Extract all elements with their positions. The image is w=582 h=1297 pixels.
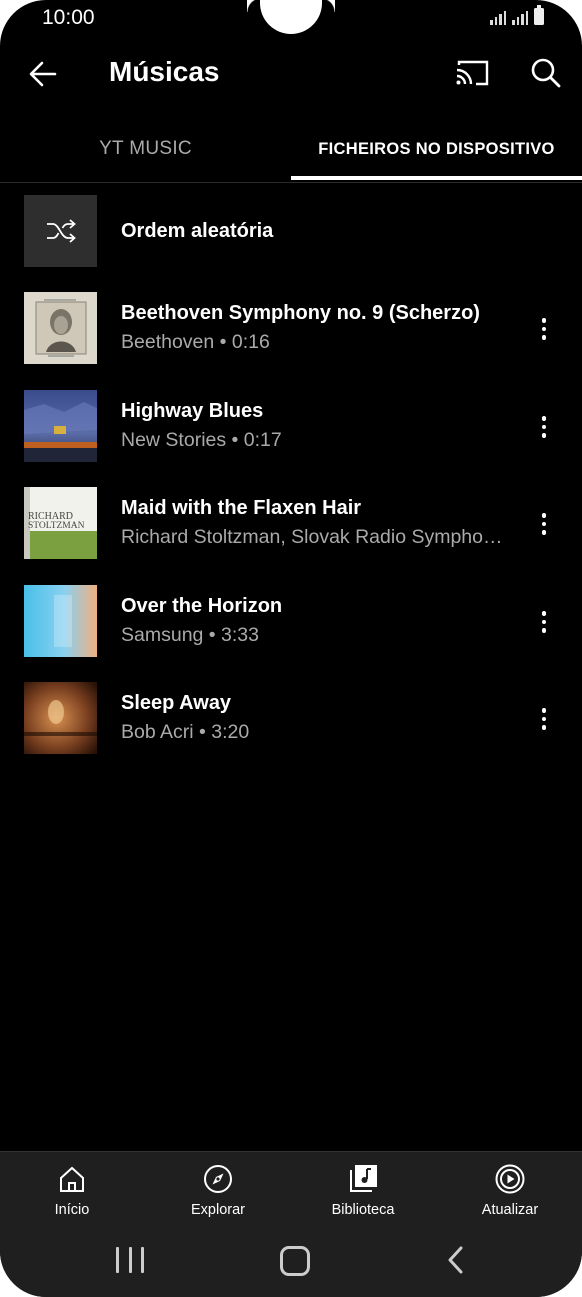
song-subtitle: Bob Acri • 3:20 [121, 721, 250, 743]
search-icon[interactable] [526, 54, 566, 94]
nav-item-home[interactable]: Início [12, 1152, 132, 1230]
tab-device-files[interactable]: FICHEIROS NO DISPOSITIVO [291, 118, 582, 180]
song-subtitle: Richard Stoltzman, Slovak Radio Symphony… [121, 526, 506, 548]
status-time: 10:00 [42, 6, 95, 29]
list-item[interactable]: Over the Horizon Samsung • 3:33 [0, 585, 582, 659]
more-options-icon[interactable] [530, 605, 558, 639]
nav-item-upgrade[interactable]: Atualizar [450, 1152, 570, 1230]
song-subtitle: New Stories • 0:17 [121, 429, 282, 451]
more-options-icon[interactable] [530, 702, 558, 736]
tab-bar: YT MUSIC FICHEIROS NO DISPOSITIVO [0, 118, 582, 183]
bottom-navigation: Início Explorar Biblioteca Atualizar [0, 1151, 582, 1230]
tab-yt-music[interactable]: YT MUSIC [0, 118, 291, 180]
phone-screen: 10:00 Músicas YT MUSIC FICHEIROS NO DISP… [0, 0, 582, 1297]
album-art [24, 390, 97, 462]
album-art [24, 585, 97, 657]
shuffle-tile [24, 195, 97, 267]
page-title: Músicas [109, 56, 220, 87]
home-circle-icon[interactable] [280, 1246, 310, 1276]
app-bar: Músicas [0, 44, 582, 104]
more-options-icon[interactable] [530, 410, 558, 444]
status-icons [490, 5, 544, 25]
compass-icon [204, 1165, 232, 1193]
list-item[interactable]: RICHARD STOLTZMAN Maid with the Flaxen H… [0, 487, 582, 561]
shuffle-row[interactable]: Ordem aleatória [0, 194, 582, 268]
album-art-text: STOLTZMAN [28, 521, 85, 531]
song-title: Over the Horizon [121, 595, 283, 617]
shuffle-icon [46, 219, 76, 243]
list-item[interactable]: Beethoven Symphony no. 9 (Scherzo) Beeth… [0, 292, 582, 366]
song-title: Maid with the Flaxen Hair [121, 497, 362, 519]
nav-label: Início [54, 1202, 90, 1218]
selected-tab-indicator [291, 176, 582, 180]
upgrade-play-icon [495, 1164, 525, 1194]
signal-icon [490, 9, 506, 25]
album-art [24, 682, 97, 754]
song-title: Beethoven Symphony no. 9 (Scherzo) [121, 302, 480, 324]
song-subtitle: Samsung • 3:33 [121, 624, 259, 646]
library-icon [350, 1165, 377, 1192]
list-item[interactable]: Highway Blues New Stories • 0:17 [0, 390, 582, 464]
cast-icon[interactable] [452, 56, 492, 90]
list-item[interactable]: Sleep Away Bob Acri • 3:20 [0, 682, 582, 756]
system-navigation-bar [0, 1229, 582, 1297]
signal-icon [512, 9, 528, 25]
nav-label: Biblioteca [331, 1202, 395, 1218]
album-art: RICHARD STOLTZMAN [24, 487, 97, 559]
battery-icon [534, 5, 544, 25]
shuffle-label: Ordem aleatória [121, 220, 274, 242]
recents-icon[interactable] [116, 1247, 144, 1275]
nav-label: Explorar [191, 1202, 245, 1218]
back-arrow-icon[interactable] [24, 54, 64, 94]
nav-item-explore[interactable]: Explorar [158, 1152, 278, 1230]
song-title: Highway Blues [121, 400, 264, 422]
status-bar: 10:00 [0, 0, 582, 36]
nav-item-library[interactable]: Biblioteca [303, 1152, 423, 1230]
back-chevron-icon[interactable] [444, 1245, 468, 1275]
more-options-icon[interactable] [530, 312, 558, 346]
home-icon [60, 1166, 84, 1192]
song-title: Sleep Away [121, 692, 232, 714]
album-art [24, 292, 97, 364]
more-options-icon[interactable] [530, 507, 558, 541]
nav-label: Atualizar [481, 1202, 539, 1218]
song-subtitle: Beethoven • 0:16 [121, 331, 270, 353]
